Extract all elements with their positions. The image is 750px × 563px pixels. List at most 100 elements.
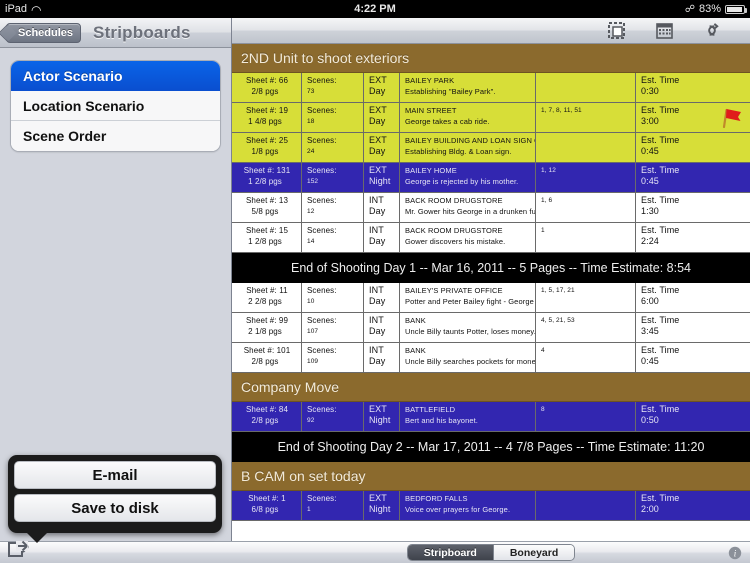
strip-day-night: Night: [369, 504, 391, 514]
sidebar-title: Stripboards: [93, 22, 191, 42]
wifi-icon: [31, 5, 42, 14]
status-time: 4:22 PM: [354, 3, 396, 15]
calendar-icon[interactable]: [654, 22, 674, 40]
strip-row[interactable]: Sheet #: 84 2/8 pgs Scenes: 92 EXT Night BATTL…: [232, 402, 750, 432]
strip-time-label: Est. Time: [641, 315, 680, 325]
red-flag-icon[interactable]: [720, 106, 744, 129]
crop-selection-icon[interactable]: [606, 22, 626, 40]
strip-intext-cell: EXT Day: [364, 73, 400, 102]
email-button[interactable]: E-mail: [14, 461, 216, 489]
strip-scene-numbers: 14: [307, 238, 315, 245]
strip-intext-cell: EXT Night: [364, 402, 400, 431]
board-bottom-bar: Stripboard Boneyard i: [232, 541, 750, 563]
strip-row[interactable]: Sheet #: 1 6/8 pgs Scenes: 1 EXT Night BEDFORD…: [232, 491, 750, 521]
strip-scene-numbers: 107: [307, 328, 319, 335]
strip-location: MAIN STREET: [405, 106, 457, 115]
strip-int-ext: INT: [369, 345, 384, 355]
strip-cast-cell: 1, 5, 17, 21: [536, 283, 636, 312]
strip-cast-cell: 1, 7, 8, 11, 51: [536, 103, 636, 132]
strip-time-value: 3:45: [641, 326, 659, 336]
strip-cast-cell: 1, 6: [536, 193, 636, 222]
strip-sheet-cell: Sheet #: 13 5/8 pgs: [232, 193, 302, 222]
strip-sheet-cell: Sheet #: 1 6/8 pgs: [232, 491, 302, 520]
strip-sheet-number: Sheet #: 13: [245, 196, 289, 205]
strip-day-night: Night: [369, 415, 391, 425]
strip-synopsis: Establishing Bldg. & Loan sign.: [405, 147, 512, 156]
sync-loop-icon[interactable]: [702, 22, 722, 40]
strip-page-count: 5/8 pgs: [251, 207, 279, 216]
save-to-disk-button[interactable]: Save to disk: [14, 494, 216, 522]
strip-sheet-cell: Sheet #: 66 2/8 pgs: [232, 73, 302, 102]
strip-day-night: Day: [369, 116, 386, 126]
day-break-banner: End of Shooting Day 1 -- Mar 16, 2011 --…: [232, 253, 750, 283]
strip-sheet-cell: Sheet #: 101 2/8 pgs: [232, 343, 302, 372]
strip-page-count: 1/8 pgs: [251, 147, 279, 156]
strip-page-count: 2/8 pgs: [251, 357, 279, 366]
strip-rows: 2ND Unit to shoot exteriors Sheet #: 66 2/…: [232, 44, 750, 521]
strip-sheet-number: Sheet #: 66: [245, 76, 289, 85]
strip-intext-cell: INT Day: [364, 313, 400, 342]
export-action-popover: E-mail Save to disk: [8, 455, 222, 543]
strip-scene-cell: Scenes: 18: [302, 103, 364, 132]
strip-row[interactable]: Sheet #: 11 2 2/8 pgs Scenes: 10 INT Day BAILE…: [232, 283, 750, 313]
strip-row[interactable]: Sheet #: 101 2/8 pgs Scenes: 109 INT Day BANK U…: [232, 343, 750, 373]
strip-time-value: 0:45: [641, 146, 659, 156]
strip-row[interactable]: Sheet #: 99 2 1/8 pgs Scenes: 107 INT Day BANK…: [232, 313, 750, 343]
strip-description-cell: BATTLEFIELD Bert and his bayonet.: [400, 402, 536, 431]
strip-intext-cell: INT Day: [364, 283, 400, 312]
strip-scene-numbers: 73: [307, 88, 315, 95]
sidebar-item-scene-order[interactable]: Scene Order: [11, 121, 220, 151]
strip-int-ext: INT: [369, 285, 384, 295]
strip-row[interactable]: Sheet #: 131 1 2/8 pgs Scenes: 152 EXT Night B…: [232, 163, 750, 193]
stripboard-list: Actor Scenario Location Scenario Scene O…: [10, 60, 221, 152]
strip-sheet-cell: Sheet #: 19 1 4/8 pgs: [232, 103, 302, 132]
tab-stripboard[interactable]: Stripboard: [407, 545, 493, 560]
back-button-schedules[interactable]: Schedules: [6, 22, 82, 43]
strip-time-value: 0:45: [641, 356, 659, 366]
strip-cast-cell: 4, 5, 21, 53: [536, 313, 636, 342]
strip-row[interactable]: Sheet #: 13 5/8 pgs Scenes: 12 INT Day BACK RO…: [232, 193, 750, 223]
strip-time-value: 6:00: [641, 296, 659, 306]
share-icon[interactable]: [8, 539, 30, 557]
strip-scene-cell: Scenes: 24: [302, 133, 364, 162]
strip-row[interactable]: Sheet #: 19 1 4/8 pgs Scenes: 18 EXT Day MAIN …: [232, 103, 750, 133]
strip-page-count: 2 2/8 pgs: [248, 297, 282, 306]
strip-location: BACK ROOM DRUGSTORE: [405, 226, 503, 235]
strip-scenes-label: Scenes:: [307, 226, 337, 235]
sidebar-item-actor-scenario[interactable]: Actor Scenario: [11, 61, 220, 91]
strip-synopsis: Potter and Peter Bailey fight - George i…: [405, 297, 535, 306]
strip-row[interactable]: Sheet #: 25 1/8 pgs Scenes: 24 EXT Day BAILEY …: [232, 133, 750, 163]
strip-row[interactable]: Sheet #: 66 2/8 pgs Scenes: 73 EXT Day BAILEY …: [232, 73, 750, 103]
board-banner: 2ND Unit to shoot exteriors: [232, 44, 750, 73]
day-break-banner: End of Shooting Day 2 -- Mar 17, 2011 --…: [232, 432, 750, 462]
sidebar-item-location-scenario[interactable]: Location Scenario: [11, 91, 220, 121]
strip-day-night: Day: [369, 206, 386, 216]
strip-cast-cell: [536, 491, 636, 520]
status-right: ☍ 83%: [685, 3, 747, 15]
strip-synopsis: Mr. Gower hits George in a drunken fury.: [405, 207, 536, 216]
strip-location: BANK: [405, 346, 426, 355]
strip-cast-ids: 4, 5, 21, 53: [541, 317, 575, 324]
strip-scenes-label: Scenes:: [307, 196, 337, 205]
strip-time-label: Est. Time: [641, 345, 680, 355]
strip-scene-numbers: 152: [307, 178, 319, 185]
strip-description-cell: BACK ROOM DRUGSTORE Gower discovers his m…: [400, 223, 536, 252]
strip-int-ext: INT: [369, 315, 384, 325]
stripboard-panel: 2ND Unit to shoot exteriors Sheet #: 66 2/…: [232, 18, 750, 563]
strip-synopsis: Voice over prayers for George.: [405, 505, 511, 514]
strip-location: BAILEY PARK: [405, 76, 455, 85]
strip-description-cell: MAIN STREET George takes a cab ride.: [400, 103, 536, 132]
strip-scenes-label: Scenes:: [307, 494, 337, 503]
tab-boneyard[interactable]: Boneyard: [492, 545, 575, 560]
strip-scenes-label: Scenes:: [307, 346, 337, 355]
battery-icon: [725, 4, 747, 14]
strip-cast-cell: 4: [536, 343, 636, 372]
strip-sheet-number: Sheet #: 11: [246, 286, 288, 295]
view-mode-segmented-control[interactable]: Stripboard Boneyard: [406, 544, 576, 561]
strip-int-ext: EXT: [369, 135, 387, 145]
stripboard-scroll[interactable]: 2ND Unit to shoot exteriors Sheet #: 66 2/…: [232, 44, 750, 541]
strip-page-count: 6/8 pgs: [251, 505, 279, 514]
strip-row[interactable]: Sheet #: 15 1 2/8 pgs Scenes: 14 INT Day BACK …: [232, 223, 750, 253]
info-icon[interactable]: i: [728, 546, 742, 560]
strip-sheet-cell: Sheet #: 131 1 2/8 pgs: [232, 163, 302, 192]
